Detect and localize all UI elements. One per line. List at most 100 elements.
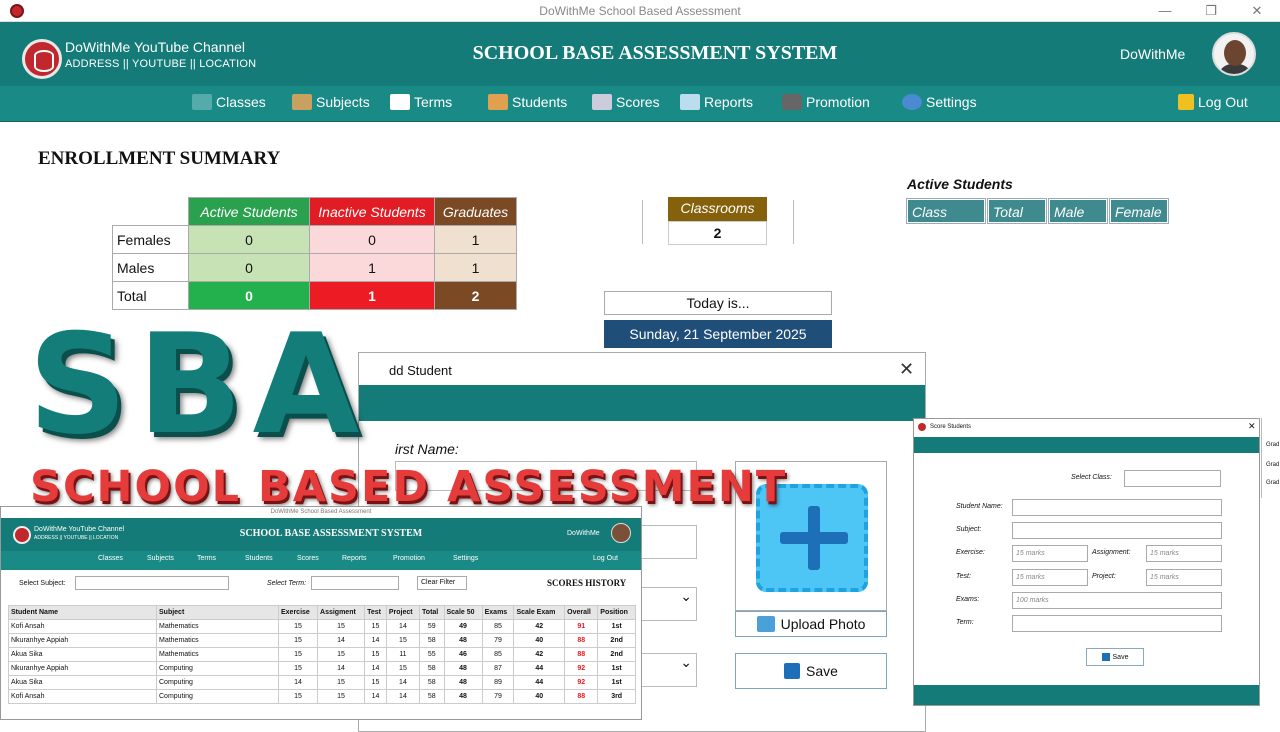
test-input[interactable]: 15 marks bbox=[1012, 569, 1088, 586]
today-date: Sunday, 21 September 2025 bbox=[604, 320, 832, 348]
score-students-window: Score Students ✕ Select Class: Student N… bbox=[913, 418, 1260, 706]
nav-students[interactable]: Students bbox=[488, 94, 567, 110]
open-book-icon bbox=[390, 94, 410, 110]
system-title: SCHOOL BASE ASSESSMENT SYSTEM bbox=[239, 528, 423, 539]
first-name-label: irst Name: bbox=[395, 441, 459, 457]
col-header: Exams bbox=[481, 605, 515, 620]
nav-settings[interactable]: Settings bbox=[902, 94, 977, 110]
student-icon bbox=[488, 94, 508, 110]
window-title: DoWithMe School Based Assessment bbox=[270, 509, 372, 515]
scores-history-window: DoWithMe School Based Assessment DoWithM… bbox=[0, 506, 642, 720]
assignment-label: Assignment: bbox=[1092, 549, 1131, 556]
nav-classes[interactable]: Classes bbox=[192, 94, 266, 110]
class-select[interactable] bbox=[1124, 470, 1221, 487]
nav-reports[interactable]: Reports bbox=[342, 555, 367, 562]
col-header: Total bbox=[419, 605, 445, 620]
assignment-input[interactable]: 15 marks bbox=[1146, 545, 1222, 562]
floppy-disk-icon bbox=[1101, 653, 1110, 661]
table-row[interactable]: Akua Sika Computing 14 15 15 14 58 48 89 44 92 1st bbox=[8, 675, 636, 690]
nav-terms[interactable]: Terms bbox=[197, 555, 216, 562]
scores-table: Student Name Subject Exercise Assigment … bbox=[8, 605, 636, 704]
avatar[interactable] bbox=[611, 523, 631, 543]
col-header: Project bbox=[385, 605, 421, 620]
partial-window-edge: Grad Grad Grad bbox=[1261, 418, 1280, 498]
nav-classes[interactable]: Classes bbox=[98, 555, 123, 562]
nav-students[interactable]: Students bbox=[245, 555, 273, 562]
col-header: Overall bbox=[564, 605, 599, 620]
clear-filter-button[interactable]: Clear Filter bbox=[417, 576, 467, 590]
minimize-button[interactable]: — bbox=[1150, 0, 1180, 22]
select-term-label: Select Term: bbox=[267, 580, 307, 587]
database-logo-icon bbox=[22, 39, 62, 79]
col-header: Test bbox=[364, 605, 387, 620]
table-row[interactable]: Nkuranhye Appiah Computing 15 14 14 15 58 48 87 4… bbox=[8, 661, 636, 676]
row-label: Males bbox=[112, 253, 189, 282]
logout-button[interactable]: Log Out bbox=[1178, 94, 1248, 110]
subject-select[interactable] bbox=[75, 576, 229, 590]
close-button[interactable]: ✕ bbox=[1242, 0, 1272, 22]
term-select[interactable] bbox=[311, 576, 399, 590]
exercise-input[interactable]: 15 marks bbox=[1012, 545, 1088, 562]
avatar[interactable] bbox=[1212, 32, 1256, 76]
table-row[interactable]: Akua Sika Mathematics 15 15 15 11 55 46 85 42 88 2n… bbox=[8, 647, 636, 662]
nav-settings[interactable]: Settings bbox=[453, 555, 478, 562]
user-name: DoWithMe bbox=[1120, 46, 1186, 62]
col-class: Class bbox=[906, 198, 986, 224]
today-label: Today is... bbox=[604, 291, 832, 315]
app-header: DoWithMe YouTube Channel ADDRESS || YOUT… bbox=[0, 22, 1280, 86]
term-select[interactable] bbox=[1012, 615, 1222, 632]
dialog-title: dd Student bbox=[389, 363, 452, 378]
table-row[interactable]: Nkuranhye Appiah Mathematics 15 14 14 15 58 48 7… bbox=[8, 633, 636, 648]
cell: 1 bbox=[434, 225, 517, 254]
nav-scores[interactable]: Scores bbox=[297, 555, 319, 562]
upload-photo-button[interactable]: Upload Photo bbox=[735, 611, 887, 637]
dialog-close-button[interactable]: ✕ bbox=[899, 359, 914, 380]
close-button[interactable]: ✕ bbox=[1248, 421, 1256, 432]
nav-subjects[interactable]: Subjects bbox=[147, 555, 174, 562]
exams-input[interactable]: 100 marks bbox=[1012, 592, 1222, 609]
classrooms-value: 2 bbox=[668, 221, 767, 245]
table-row[interactable]: Kofi Ansah Mathematics 15 15 15 14 59 49 85 42 91 1… bbox=[8, 619, 636, 634]
nav-scores[interactable]: Scores bbox=[592, 94, 660, 110]
books-icon bbox=[292, 94, 312, 110]
nav-promotion[interactable]: Promotion bbox=[782, 94, 870, 110]
nav-promotion[interactable]: Promotion bbox=[393, 555, 425, 562]
logout-button[interactable]: Log Out bbox=[593, 555, 618, 562]
scores-history-title: SCORES HISTORY bbox=[547, 578, 627, 588]
select-subject-label: Select Subject: bbox=[19, 580, 66, 587]
sba-overlay-title: SBA bbox=[28, 304, 370, 465]
col-total: Total bbox=[987, 198, 1047, 224]
reports-icon bbox=[680, 94, 700, 110]
window-band bbox=[914, 437, 1259, 453]
project-label: Project: bbox=[1092, 573, 1116, 580]
nav-subjects[interactable]: Subjects bbox=[292, 94, 370, 110]
window-footer-band bbox=[914, 685, 1259, 705]
col-inactive: Inactive Students bbox=[309, 197, 435, 226]
select-class-label: Select Class: bbox=[1071, 474, 1112, 481]
nav-reports[interactable]: Reports bbox=[680, 94, 753, 110]
subject-select[interactable] bbox=[1012, 522, 1222, 539]
window-titlebar: DoWithMe School Based Assessment — ❐ ✕ bbox=[0, 0, 1280, 22]
page-title: ENROLLMENT SUMMARY bbox=[38, 148, 281, 169]
table-row[interactable]: Kofi Ansah Computing 15 15 14 14 58 48 79 40 88 3rd bbox=[8, 689, 636, 704]
save-button[interactable]: Save bbox=[1086, 648, 1144, 666]
col-header: Scale 50 bbox=[443, 605, 483, 620]
active-students-title: Active Students bbox=[907, 176, 1013, 192]
user-name: DoWithMe bbox=[567, 530, 600, 537]
classes-icon bbox=[192, 94, 212, 110]
app-header: DoWithMe YouTube Channel ADDRESS || YOUT… bbox=[1, 518, 641, 551]
col-header: Subject bbox=[156, 605, 279, 620]
term-label: Term: bbox=[956, 619, 974, 626]
maximize-button[interactable]: ❐ bbox=[1196, 0, 1226, 22]
window-title: Score Students bbox=[930, 424, 972, 430]
enrollment-table: Active Students Inactive Students Gradua… bbox=[112, 197, 517, 310]
gear-icon bbox=[902, 94, 922, 110]
nav-terms[interactable]: Terms bbox=[390, 94, 452, 110]
database-logo-icon bbox=[13, 526, 31, 544]
save-button[interactable]: Save bbox=[735, 653, 887, 689]
test-label: Test: bbox=[956, 573, 971, 580]
lock-icon bbox=[1178, 94, 1194, 110]
student-name-select[interactable] bbox=[1012, 499, 1222, 516]
project-input[interactable]: 15 marks bbox=[1146, 569, 1222, 586]
main-nav: Classes Subjects Terms Students Scores R… bbox=[0, 86, 1280, 122]
